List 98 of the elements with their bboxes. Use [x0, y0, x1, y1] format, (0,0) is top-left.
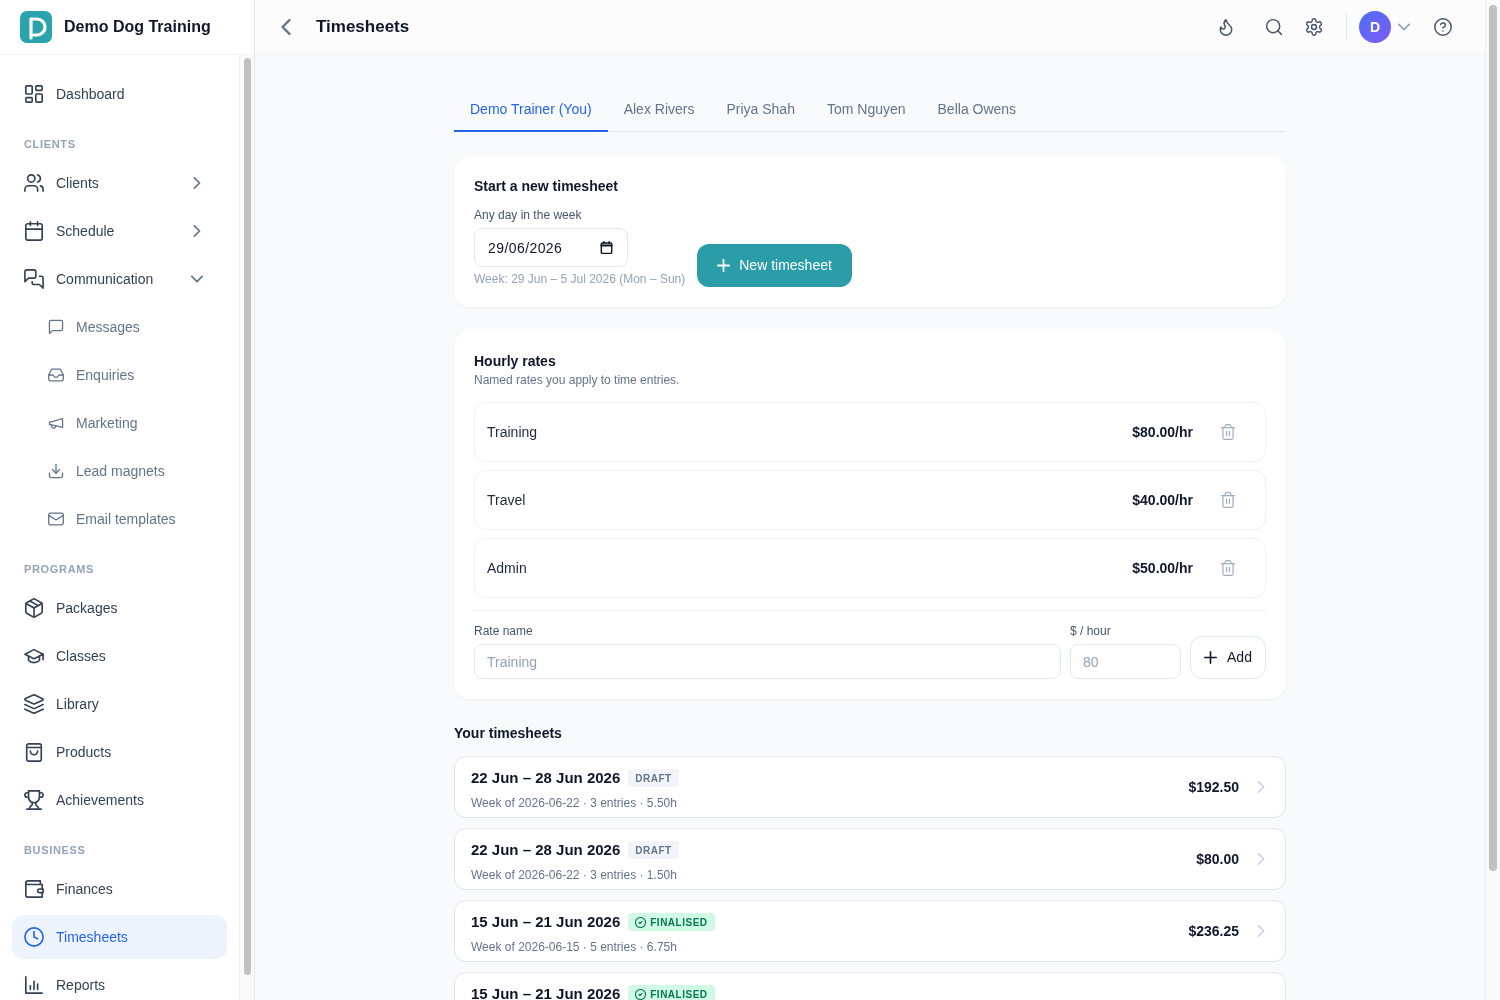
rate-name: Training	[487, 422, 538, 442]
grid-icon	[24, 84, 44, 104]
card-title: Hourly rates	[474, 352, 557, 371]
bar-chart-icon	[24, 975, 44, 995]
trash-icon	[1220, 492, 1236, 508]
timesheet-summary: Week of 2026-06-22 · 3 entries · 5.50h	[471, 796, 677, 810]
sidebar-item[interactable]: Finances	[12, 867, 227, 911]
scrollbar[interactable]	[1489, 5, 1497, 871]
plus-icon	[1204, 651, 1218, 664]
calendar-icon	[600, 241, 613, 254]
timesheet-total: $80.00	[1196, 849, 1239, 869]
status-badge: FINALISED	[628, 985, 715, 1000]
chevron-right-icon	[1255, 853, 1267, 865]
add-rate-button[interactable]: Add	[1190, 636, 1266, 679]
timesheet-summary: Week of 2026-06-15 · 5 entries · 6.75h	[471, 940, 677, 954]
envelope-icon	[48, 511, 64, 527]
tab[interactable]: Tom Nguyen	[810, 88, 922, 132]
shopping-bag-icon	[24, 742, 44, 762]
timesheet-card[interactable]: 15 Jun – 21 Jun 2026 FINALISED Week of 2026-06-15 · 5 entries · 6.75h $236.25	[454, 900, 1286, 962]
scrollbar[interactable]	[243, 58, 251, 975]
timesheet-title: 15 Jun – 21 Jun 2026	[471, 911, 621, 932]
chevron-down-icon[interactable]	[1398, 21, 1410, 33]
page-title: Timesheets	[316, 16, 410, 39]
package-box-icon	[24, 598, 44, 618]
tab[interactable]: Demo Trainer (You)	[454, 88, 608, 132]
download-icon	[48, 463, 64, 479]
chevron-right-icon	[1255, 925, 1267, 937]
flame-icon	[1217, 18, 1235, 36]
sidebar-item[interactable]: Reports	[12, 963, 227, 1000]
sidebar-item[interactable]: Messages	[12, 305, 227, 349]
week-hint: Week: 29 Jun – 5 Jul 2026 (Mon – Sun)	[474, 271, 686, 287]
sidebar-item[interactable]: Email templates	[12, 497, 227, 541]
sidebar-item[interactable]: Lead magnets	[12, 449, 227, 493]
sidebar-item[interactable]: Marketing	[12, 401, 227, 445]
calendar-icon	[24, 221, 44, 241]
trash-icon	[1220, 560, 1236, 576]
sidebar-section-heading: BUSINESS	[23, 843, 87, 858]
trophy-icon	[24, 790, 44, 810]
timesheet-total: $192.50	[1188, 777, 1239, 797]
tab[interactable]: Bella Owens	[921, 88, 1033, 132]
logo-icon	[20, 11, 52, 43]
field-label: Rate name	[474, 623, 534, 639]
chat-bubble-icon	[48, 319, 64, 335]
app-name: Demo Dog Training	[64, 17, 211, 37]
users-icon	[24, 173, 44, 193]
rate-amount-input[interactable]: 80	[1070, 644, 1181, 679]
rate-amount: $50.00/hr	[1132, 558, 1193, 578]
plus-icon	[717, 259, 731, 272]
rate-name: Travel	[487, 490, 526, 510]
status-badge: FINALISED	[628, 913, 715, 931]
status-badge: DRAFT	[628, 841, 679, 859]
status-badge: DRAFT	[628, 769, 679, 787]
wallet-icon	[24, 879, 44, 899]
sidebar-item[interactable]: Library	[12, 682, 227, 726]
sidebar-item[interactable]: Packages	[12, 586, 227, 630]
timesheet-summary: Week of 2026-06-22 · 3 entries · 1.50h	[471, 868, 677, 882]
sidebar-item[interactable]: Timesheets	[12, 915, 227, 959]
sidebar-item[interactable]: Achievements	[12, 778, 227, 822]
user-avatar[interactable]: D	[1359, 11, 1391, 43]
timesheet-card[interactable]: 22 Jun – 28 Jun 2026 DRAFT Week of 2026-06-22 · 3 entries · 1.50h $80.00	[454, 828, 1286, 890]
timesheet-title: 22 Jun – 28 Jun 2026	[471, 767, 621, 788]
tab[interactable]: Priya Shah	[710, 88, 811, 132]
timesheet-card[interactable]: 22 Jun – 28 Jun 2026 DRAFT Week of 2026-06-22 · 3 entries · 5.50h $192.50	[454, 756, 1286, 818]
tab[interactable]: Alex Rivers	[607, 88, 711, 132]
sidebar-item[interactable]: Clients	[12, 161, 227, 205]
graduation-cap-icon	[24, 646, 44, 666]
settings-icon	[1305, 18, 1323, 36]
section-title: Your timesheets	[454, 724, 563, 743]
date-input[interactable]: 29/06/2026	[474, 228, 628, 267]
card-subtitle: Named rates you apply to time entries.	[474, 372, 681, 388]
chevron-right-icon	[1255, 781, 1267, 793]
chat-bubbles-icon	[24, 269, 44, 289]
timesheet-title: 15 Jun – 21 Jun 2026	[471, 983, 621, 1000]
clock-icon	[24, 927, 44, 947]
field-label: Any day in the week	[474, 207, 583, 223]
timesheet-total: $236.25	[1188, 921, 1239, 941]
sidebar-item[interactable]: Schedule	[12, 209, 227, 253]
search-icon	[1265, 18, 1283, 36]
rate-amount: $80.00/hr	[1132, 422, 1193, 442]
rate-name-input[interactable]: Training	[474, 644, 1061, 679]
sidebar-item[interactable]: Enquiries	[12, 353, 227, 397]
sidebar-section-heading: CLIENTS	[23, 137, 77, 152]
field-label: $ / hour	[1070, 623, 1112, 639]
help-icon	[1434, 18, 1452, 36]
sidebar-item[interactable]: Dashboard	[12, 72, 227, 116]
sidebar-section-heading: PROGRAMS	[23, 562, 96, 577]
layers-icon	[24, 694, 44, 714]
timesheet-card[interactable]: 15 Jun – 21 Jun 2026 FINALISED	[454, 972, 1286, 1000]
sidebar-item[interactable]: Communication	[12, 257, 227, 301]
inbox-tray-icon	[48, 367, 64, 383]
card-title: Start a new timesheet	[474, 177, 619, 196]
megaphone-icon	[48, 415, 64, 431]
sidebar-item[interactable]: Classes	[12, 634, 227, 678]
rate-amount: $40.00/hr	[1132, 490, 1193, 510]
trash-icon	[1220, 424, 1236, 440]
timesheet-title: 22 Jun – 28 Jun 2026	[471, 839, 621, 860]
rate-name: Admin	[487, 558, 527, 578]
sidebar-item[interactable]: Products	[12, 730, 227, 774]
